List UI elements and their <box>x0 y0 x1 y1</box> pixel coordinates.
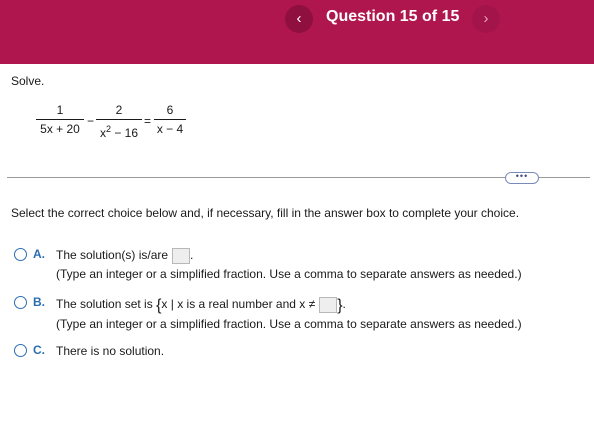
choice-b-letter: B. <box>33 295 45 309</box>
fraction-1: 1 5x + 20 <box>36 102 84 137</box>
chevron-right-icon: › <box>483 10 489 27</box>
choice-c-text: There is no solution. <box>56 344 165 358</box>
choice-a-hint: (Type an integer or a simplified fractio… <box>56 267 522 281</box>
fraction-bar <box>96 119 142 120</box>
fraction-3-numerator: 6 <box>166 103 174 117</box>
fraction-2-denominator: x2 − 16 <box>99 124 139 140</box>
choice-a-text: The solution(s) is/are. <box>56 248 194 264</box>
fraction-3: 6 x − 4 <box>154 102 186 137</box>
choice-c-letter: C. <box>33 343 45 357</box>
answer-box-b[interactable] <box>319 297 338 313</box>
fraction-1-denominator: 5x + 20 <box>40 122 80 136</box>
question-header: ‹ Question 15 of 15 › <box>0 0 594 64</box>
more-options-button[interactable]: ••• <box>505 172 539 184</box>
choice-b-radio[interactable] <box>14 296 27 309</box>
fraction-1-numerator: 1 <box>56 103 64 117</box>
fraction-2-numerator: 2 <box>115 103 123 117</box>
fraction-bar <box>154 119 186 120</box>
choice-c-radio[interactable] <box>14 344 27 357</box>
section-divider <box>7 177 590 178</box>
chevron-left-icon: ‹ <box>296 10 302 27</box>
fraction-2: 2 x2 − 16 <box>96 102 142 140</box>
select-instruction: Select the correct choice below and, if … <box>11 206 520 220</box>
choice-b-hint: (Type an integer or a simplified fractio… <box>56 317 522 331</box>
fraction-3-denominator: x − 4 <box>156 122 184 136</box>
minus-sign: − <box>87 114 95 128</box>
choice-a-radio[interactable] <box>14 248 27 261</box>
choice-a-letter: A. <box>33 247 45 261</box>
question-counter: Question 15 of 15 <box>326 8 460 25</box>
fraction-bar <box>36 119 84 120</box>
choice-b-text: The solution set is {x | x is a real num… <box>56 297 346 315</box>
problem-instruction: Solve. <box>11 74 45 88</box>
next-question-button[interactable]: › <box>472 5 500 33</box>
previous-question-button[interactable]: ‹ <box>285 5 313 33</box>
answer-box-a[interactable] <box>172 248 191 264</box>
equals-sign: = <box>144 114 152 128</box>
